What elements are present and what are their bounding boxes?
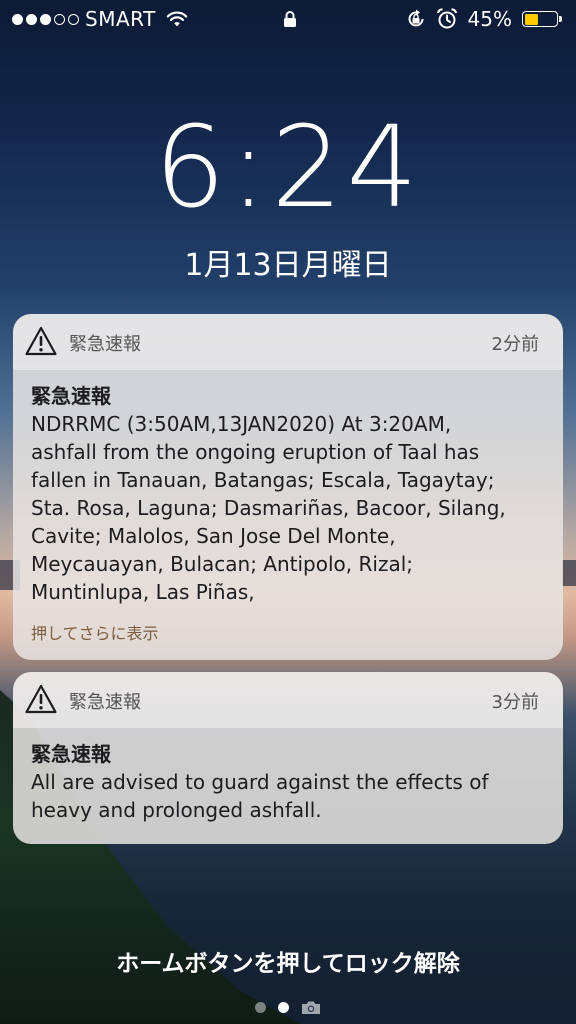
notification-line: Meycauayan, Bulacan; Antipolo, Rizal;	[31, 552, 413, 576]
page-indicator[interactable]	[0, 1000, 576, 1015]
alarm-icon	[436, 8, 457, 29]
signal-dot	[12, 13, 23, 25]
notification-card[interactable]: 緊急速報 3分前 緊急速報 All are advised to guard a…	[13, 672, 563, 844]
page-dot-active[interactable]	[278, 1002, 289, 1013]
notification-card[interactable]: 緊急速報 2分前 緊急速報 NDRRMC (3:50AM,13JAN2020) …	[13, 314, 563, 660]
wallpaper-island-right	[562, 560, 576, 586]
notification-title: 緊急速報	[31, 384, 111, 408]
lock-screen-time: 6:24	[154, 103, 422, 233]
battery-body	[522, 11, 558, 27]
status-bar: SMART 45%	[0, 0, 576, 38]
carrier-name: SMART	[85, 7, 156, 31]
notification-line: All are advised to guard against the eff…	[31, 770, 489, 794]
battery-icon	[522, 11, 562, 27]
status-right: 45%	[406, 0, 562, 38]
rotation-lock-icon	[408, 9, 424, 27]
wifi-icon	[166, 11, 188, 27]
battery-tip	[559, 16, 562, 22]
signal-dots-icon	[12, 13, 79, 25]
notification-line: Cavite; Malolos, San Jose Del Monte,	[31, 524, 396, 548]
notification-title: 緊急速報	[31, 742, 111, 766]
notification-app-name: 緊急速報	[69, 334, 141, 355]
battery-percent: 45%	[467, 7, 512, 31]
notification-body: 緊急速報 All are advised to guard against th…	[13, 728, 563, 838]
warning-icon	[25, 326, 57, 356]
warning-icon	[25, 684, 57, 714]
notification-time: 3分前	[491, 692, 539, 713]
notification-line: NDRRMC (3:50AM,13JAN2020) At 3:20AM,	[31, 412, 452, 436]
notification-line: fallen in Tanauan, Batangas; Escala, Tag…	[31, 468, 495, 492]
notification-line: ashfall from the ongoing eruption of Taa…	[31, 440, 480, 464]
unlock-hint: ホームボタンを押してロック解除	[116, 951, 460, 977]
notification-header: 緊急速報 3分前	[13, 672, 563, 728]
signal-dot	[40, 13, 51, 25]
notification-app-name: 緊急速報	[69, 692, 141, 713]
notification-line: heavy and prolonged ashfall.	[31, 798, 322, 822]
signal-dot	[26, 13, 37, 25]
lock-icon	[284, 11, 296, 27]
signal-dot	[54, 13, 65, 25]
signal-dot	[68, 13, 79, 25]
battery-fill	[524, 13, 539, 25]
page-dot[interactable]	[255, 1002, 266, 1013]
notification-line: Muntinlupa, Las Piñas,	[31, 580, 255, 604]
lock-screen-date: 1月13日月曜日	[184, 248, 392, 283]
camera-icon[interactable]	[301, 1000, 321, 1015]
show-more-link[interactable]: 押してさらに表示	[31, 620, 545, 644]
notification-time: 2分前	[491, 334, 539, 355]
notification-line: Sta. Rosa, Laguna; Dasmariñas, Bacoor, S…	[31, 496, 506, 520]
notification-body: 緊急速報 NDRRMC (3:50AM,13JAN2020) At 3:20AM…	[13, 370, 563, 658]
notification-header: 緊急速報 2分前	[13, 314, 563, 370]
